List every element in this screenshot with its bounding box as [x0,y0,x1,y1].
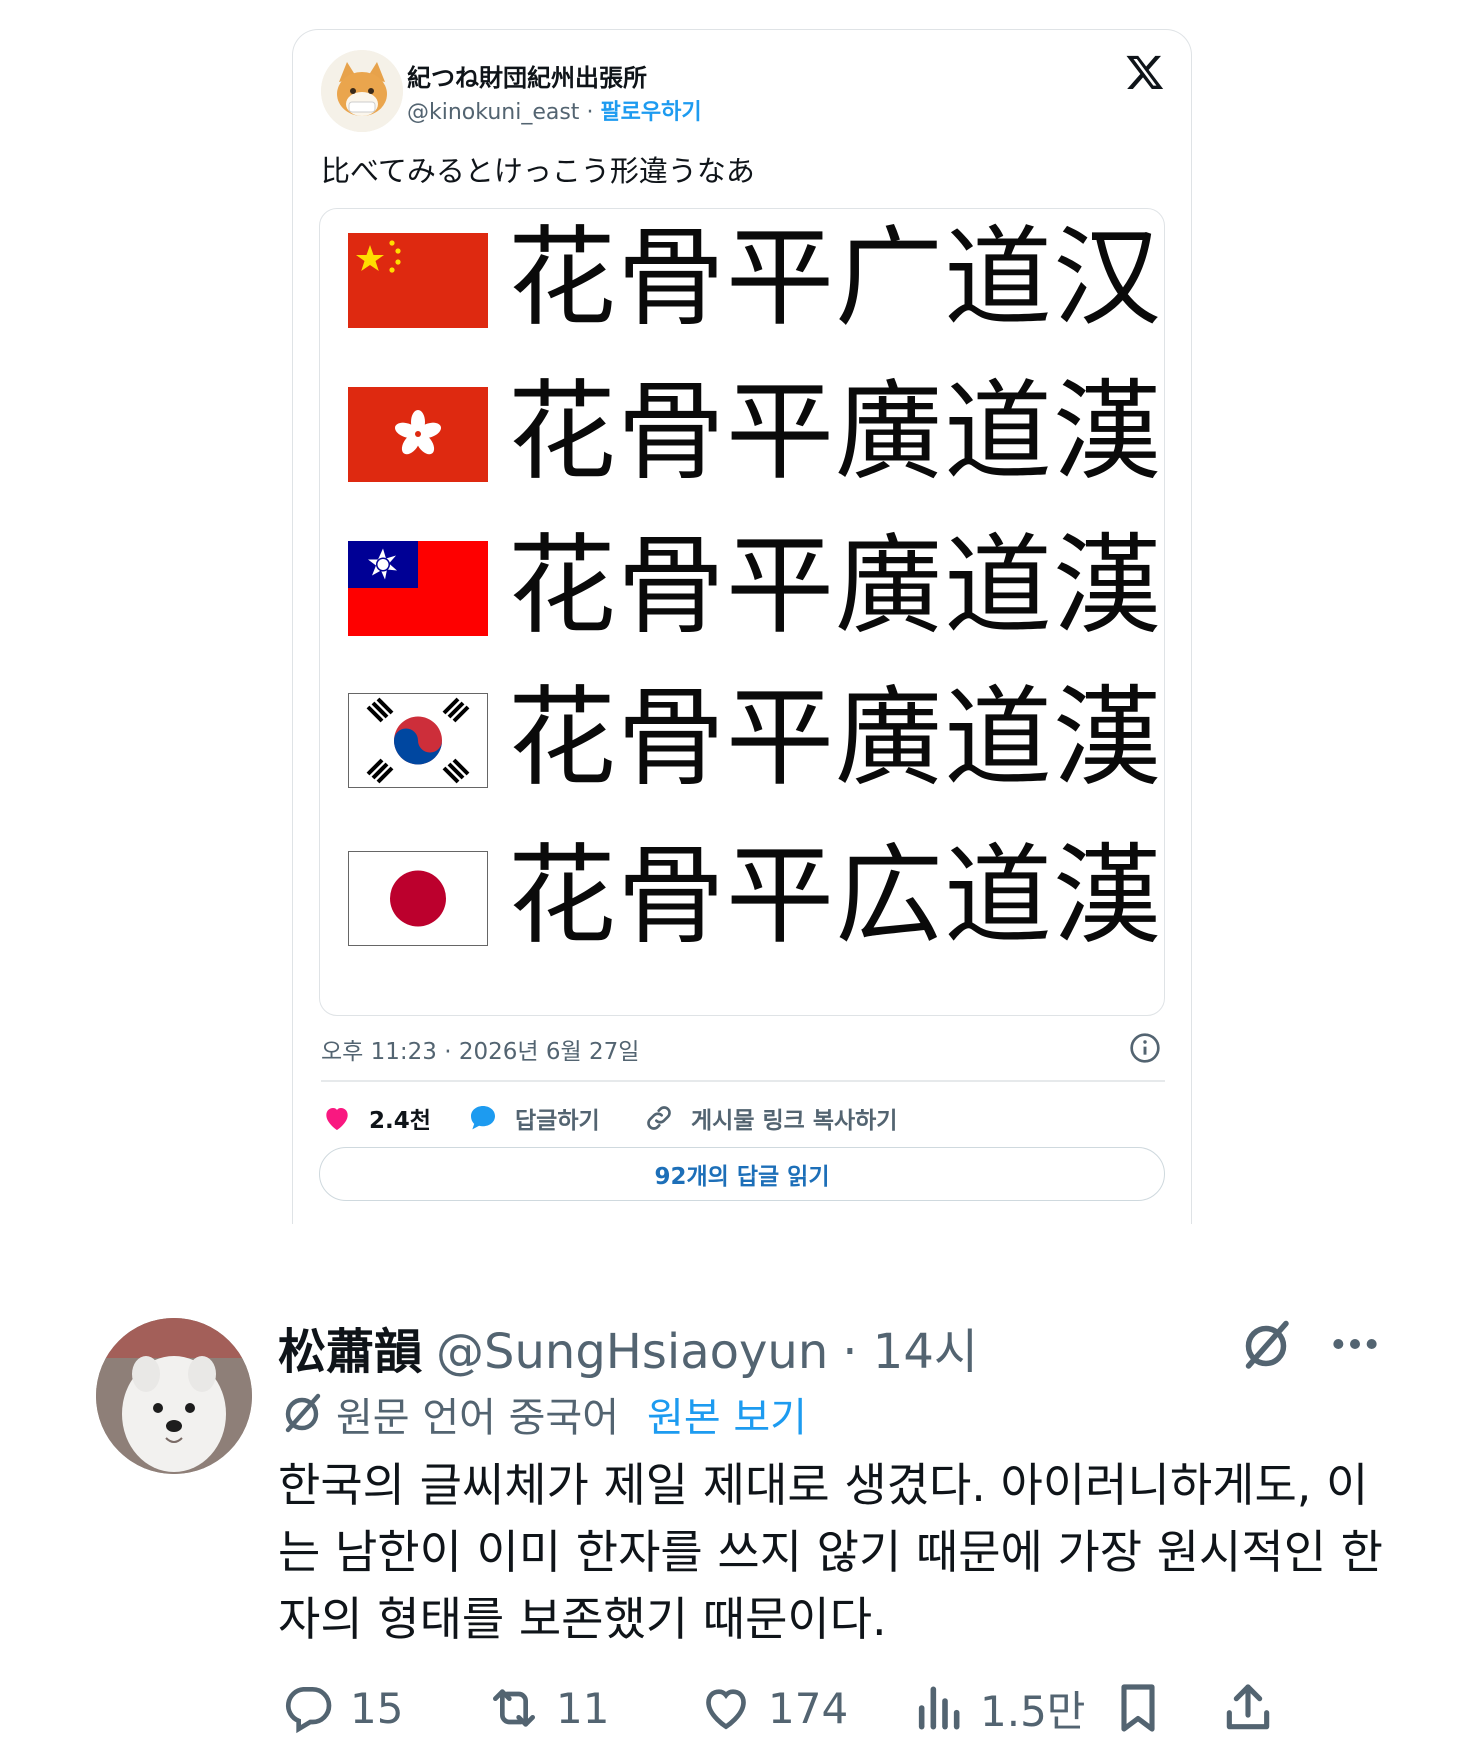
info-icon[interactable] [1129,1032,1161,1064]
translate-icon [285,1393,321,1433]
embed-copy-link-label: 게시물 링크 복사하기 [691,1108,898,1134]
translated-from-label: 원문 언어 중국어 [336,1395,620,1441]
embedded-tweet-card[interactable]: 紀つね財団紀州出張所 @kinokuni_east · 팔로우하기 比べてみると… [292,29,1192,1224]
hanzi-row-text: 花骨平廣道漢 [508,524,1163,649]
hanzi-row-text: 花骨平広道漢 [508,834,1163,959]
show-original-link[interactable]: 원본 보기 [647,1385,807,1443]
reply-button[interactable]: 15 [280,1676,403,1740]
views-count: 1.5만 [980,1686,1086,1736]
speech-bubble-icon [471,1106,495,1130]
reply-action-bar: 15 11 174 1.5만 [280,1676,1390,1740]
more-icon[interactable] [1330,1326,1380,1362]
heart-filled-icon [326,1108,348,1130]
china-flag-icon [348,233,488,328]
separator-dot: · [586,100,594,125]
embed-copy-link-button[interactable]: 게시물 링크 복사하기 [643,1096,897,1140]
embed-handle[interactable]: @kinokuni_east [407,100,579,125]
embed-divider [321,1080,1165,1082]
embed-media-image[interactable]: 花骨平广道汉 花骨平廣道漢 花骨平廣道漢 花骨平廣道漢 花骨平広道漢 [319,208,1165,1016]
hanzi-row-text: 花骨平廣道漢 [508,370,1163,495]
share-button[interactable] [1220,1676,1276,1740]
translation-notice: 원문 언어 중국어 원본 보기 [278,1386,807,1442]
reply-author-name[interactable]: 松蕭韻 [278,1312,422,1382]
reply-count: 15 [350,1683,404,1733]
image-row-japan: 花骨平広道漢 [320,827,1164,967]
embed-like-button[interactable]: 2.4천 [321,1096,431,1140]
embed-like-count: 2.4천 [369,1108,431,1134]
hong-kong-flag-icon [348,387,488,482]
share-icon [1226,1684,1270,1730]
taiwan-flag-icon [348,541,488,636]
embed-reply-label: 답글하기 [515,1108,600,1134]
hanzi-row-text: 花骨平广道汉 [508,216,1163,341]
embed-reply-button[interactable]: 답글하기 [467,1096,600,1140]
hanzi-row-text: 花骨平廣道漢 [508,676,1163,801]
retweet-button[interactable]: 11 [486,1676,609,1740]
shiba-avatar-icon [321,50,403,132]
reply-author-avatar[interactable] [96,1318,252,1474]
retweet-count: 11 [556,1683,610,1733]
reply-tweet-text: 한국의 글씨체가 제일 제대로 생겼다. 아이러니하게도, 이는 남한이 이미 … [278,1458,1383,1646]
read-replies-button[interactable]: 92개의 답글 읽기 [319,1147,1165,1201]
image-row-south-korea: 花骨平廣道漢 [320,669,1164,809]
screenshot-root: 紀つね財団紀州出張所 @kinokuni_east · 팔로우하기 比べてみると… [0,0,1471,1761]
views-icon [918,1686,960,1730]
image-row-hong-kong: 花骨平廣道漢 [320,363,1164,503]
embed-timestamp[interactable]: 오후 11:23 · 2026년 6월 27일 [321,1032,639,1066]
bookmark-icon [1121,1684,1155,1732]
follow-button[interactable]: 팔로우하기 [600,100,701,125]
south-korea-flag-icon [348,693,488,788]
link-icon [647,1106,671,1130]
bookmark-button[interactable] [1110,1676,1166,1740]
x-logo-icon[interactable] [1125,52,1165,92]
grok-icon[interactable] [1236,1316,1296,1376]
japan-flag-icon [348,851,488,946]
like-count: 174 [768,1683,849,1733]
embed-author-avatar[interactable] [321,50,403,132]
reply-icon [285,1687,332,1734]
embed-action-bar: 2.4천 답글하기 게시물 링크 복사하기 [321,1096,1165,1140]
like-icon [706,1689,746,1730]
embed-author-name[interactable]: 紀つね財団紀州出張所 [407,58,647,93]
reply-time[interactable]: · 14시 [842,1312,978,1382]
white-dog-avatar-icon [96,1318,252,1474]
reply-author-handle[interactable]: @SungHsiaoyun [436,1324,828,1380]
image-row-china: 花骨平广道汉 [320,209,1164,349]
image-row-taiwan: 花骨平廣道漢 [320,517,1164,657]
embed-tweet-text: 比べてみるとけっこう形違うなあ [321,154,755,188]
embed-handle-row: @kinokuni_east · 팔로우하기 [407,94,702,126]
like-button[interactable]: 174 [698,1676,848,1740]
views-button[interactable]: 1.5만 [910,1676,1085,1740]
retweet-icon [493,1689,535,1727]
reply-header: 松蕭韻 @SungHsiaoyun · 14시 [278,1312,978,1380]
